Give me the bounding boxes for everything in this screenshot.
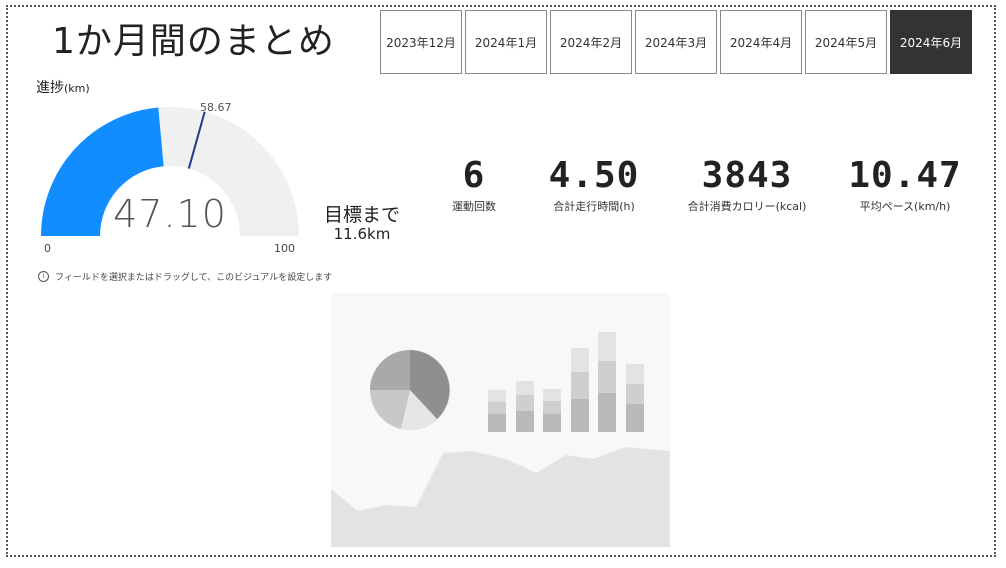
info-icon: i (38, 271, 49, 282)
gauge-title: 進捗(km) (36, 77, 90, 97)
month-tab-2024-03[interactable]: 2024年3月 (635, 10, 717, 74)
gauge-unit: (km) (64, 82, 90, 95)
kpi-value: 6 (462, 155, 486, 196)
gauge-max-label: 100 (274, 242, 295, 255)
kpi-average-pace[interactable]: 10.47 平均ペース(km/h) (840, 155, 970, 214)
page-title: 1か月間のまとめ (52, 21, 335, 62)
kpi-value: 10.47 (848, 155, 962, 196)
month-tab-2024-01[interactable]: 2024年1月 (465, 10, 547, 74)
placeholder-area-shape (331, 447, 670, 547)
kpi-label: 合計消費カロリー(kcal) (687, 200, 807, 213)
remaining-value: 11.6km (333, 225, 391, 243)
gauge-value: 47.10 (113, 192, 227, 236)
kpi-workout-count[interactable]: 6 運動回数 (424, 155, 524, 214)
gauge-title-text: 進捗 (36, 80, 64, 96)
month-tab-2024-05[interactable]: 2024年5月 (805, 10, 887, 74)
month-slicer: 2023年12月 2024年1月 2024年2月 2024年3月 2024年4月… (380, 10, 972, 74)
kpi-label: 平均ペース(km/h) (859, 200, 951, 213)
hint-text: フィールドを選択またはドラッグして、このビジュアルを設定します (55, 273, 333, 283)
month-tab-2024-04[interactable]: 2024年4月 (720, 10, 802, 74)
kpi-value: 4.50 (548, 155, 640, 196)
month-tab-2024-06[interactable]: 2024年6月 (890, 10, 972, 74)
placeholder-bars (488, 332, 644, 432)
remaining-card: 目標まで 11.6km (318, 200, 406, 243)
kpi-total-calories[interactable]: 3843 合計消費カロリー(kcal) (674, 155, 820, 214)
kpi-label: 合計走行時間(h) (553, 200, 635, 213)
gauge-min-label: 0 (44, 242, 51, 255)
empty-visual-placeholder[interactable] (331, 293, 670, 547)
gauge-target-label: 58.67 (200, 101, 232, 114)
kpi-total-time[interactable]: 4.50 合計走行時間(h) (534, 155, 654, 214)
placeholder-pie-slice (370, 350, 410, 390)
month-tab-2024-02[interactable]: 2024年2月 (550, 10, 632, 74)
visual-setup-hint: i フィールドを選択またはドラッグして、このビジュアルを設定します (38, 270, 332, 283)
remaining-label: 目標まで (323, 204, 400, 226)
month-tab-2023-12[interactable]: 2023年12月 (380, 10, 462, 74)
kpi-value: 3843 (701, 155, 793, 196)
placeholder-chart-illustration (331, 332, 670, 547)
kpi-label: 運動回数 (452, 200, 496, 213)
